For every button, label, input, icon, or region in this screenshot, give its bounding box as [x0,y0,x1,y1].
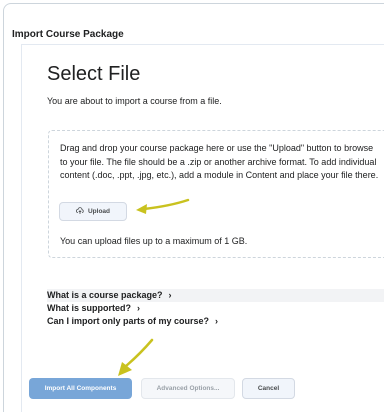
page-title: Select File [47,63,141,85]
import-all-button[interactable]: Import All Components [29,378,132,399]
help-link-course-package[interactable]: What is a course package? › [47,289,384,302]
help-link-label: What is supported? [47,303,131,313]
advanced-options-button[interactable]: Advanced Options... [141,378,235,399]
chevron-right-icon: › [168,290,172,300]
help-link-import-parts[interactable]: Can I import only parts of my course? › [47,315,384,328]
upload-button-label: Upload [87,208,111,215]
upload-cloud-icon [75,206,84,217]
cancel-button[interactable]: Cancel [242,378,295,399]
help-link-supported[interactable]: What is supported? › [47,302,384,315]
annotation-arrow-import [110,336,158,380]
annotation-arrow-upload [132,196,192,218]
chevron-right-icon: › [137,303,140,313]
page-header: Import Course Package [12,29,124,40]
help-link-label: What is a course package? [47,290,163,300]
upload-button[interactable]: Upload [59,202,127,221]
max-size-text: You can upload files up to a maximum of … [60,236,248,246]
chevron-right-icon: › [215,316,219,326]
dropzone-instructions: Drag and drop your course package here o… [60,143,379,180]
help-links: What is a course package? › What is supp… [47,289,384,328]
intro-text: You are about to import a course from a … [47,96,222,106]
help-link-label: Can I import only parts of my course? [47,316,210,326]
